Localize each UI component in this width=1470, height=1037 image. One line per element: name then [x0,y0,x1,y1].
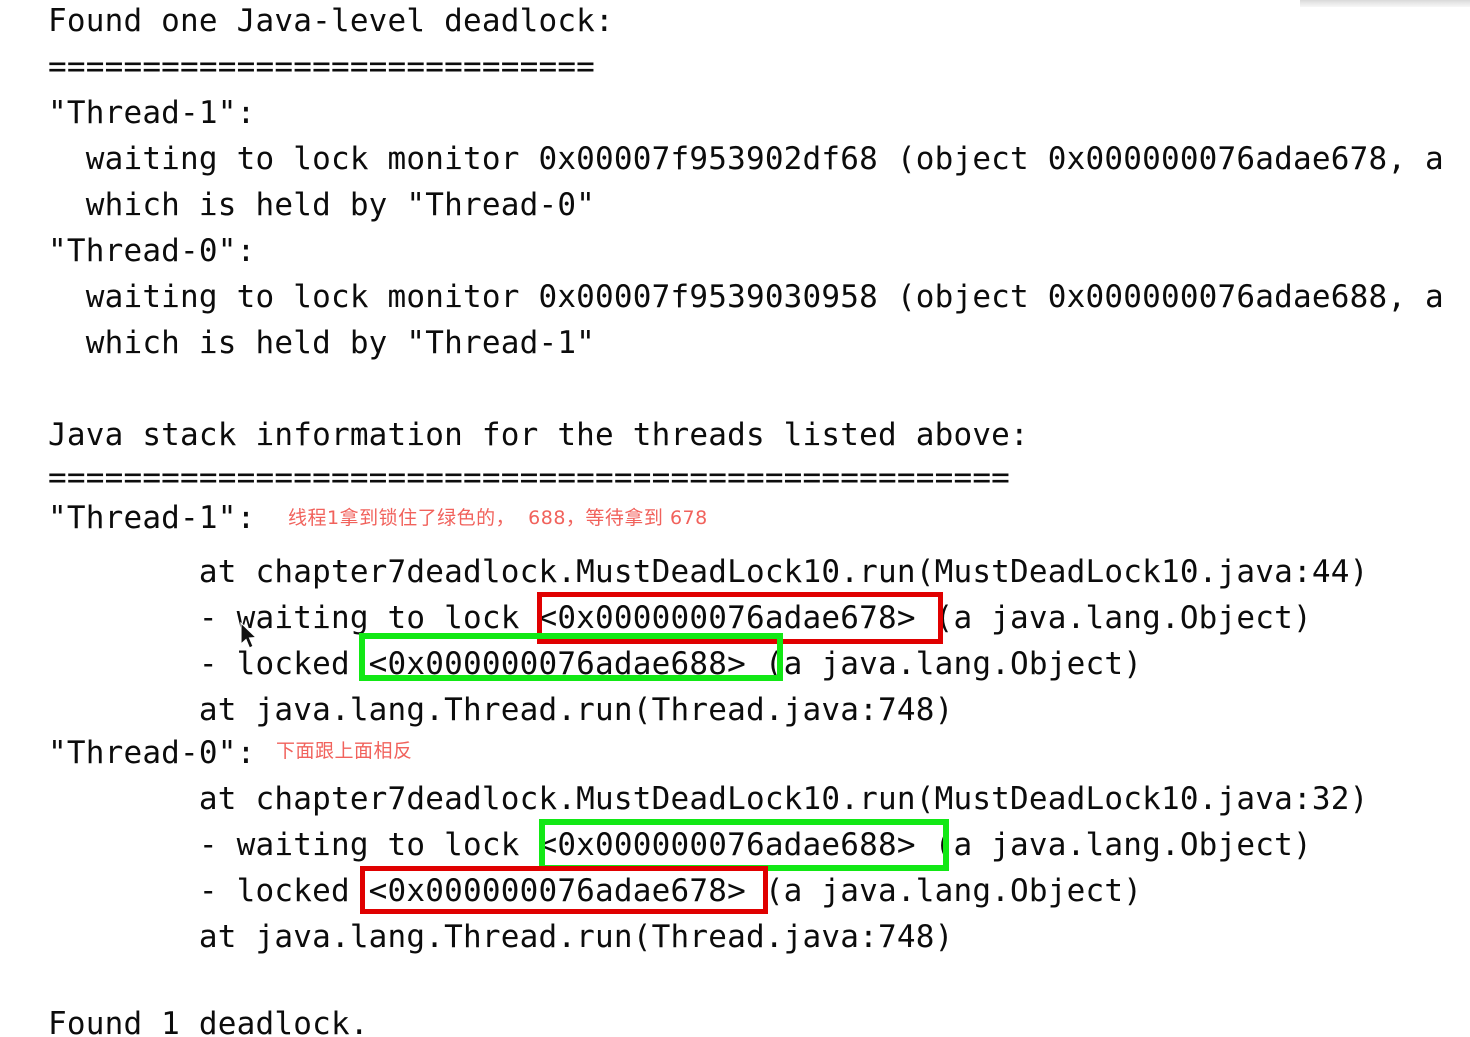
console-line-thread-0-waiting: waiting to lock monitor 0x00007f95390309… [48,279,1444,315]
console-line-stack-t0-waiting-lock: - waiting to lock <0x000000076adae688> (… [48,827,1312,863]
annotation-thread0-explanation: 下面跟上面相反 [276,740,413,762]
console-line-found-1-deadlock: Found 1 deadlock. [48,1006,369,1037]
console-line-stack-thread-1-header: "Thread-1": [48,500,256,536]
console-line-separator-1: ============================= [48,49,596,85]
console-line-stack-info-header: Java stack information for the threads l… [48,417,1029,453]
console-line-stack-t0-locked: - locked <0x000000076adae678> (a java.la… [48,873,1143,909]
annotation-thread1-explanation: 线程1拿到锁住了绿色的， 688，等待拿到 678 [288,507,708,529]
console-line-thread-1-header: "Thread-1": [48,95,256,131]
console-line-stack-t0-at-run: at chapter7deadlock.MustDeadLock10.run(M… [48,781,1369,817]
console-line-thread-0-held-by: which is held by "Thread-1" [48,325,596,361]
console-line-stack-thread-0-header: "Thread-0": [48,735,256,771]
mouse-cursor-icon [240,622,258,649]
console-line-thread-0-header: "Thread-0": [48,233,256,269]
screenshot-root: Found one Java-level deadlock: =========… [0,0,1470,1037]
console-line-thread-1-waiting: waiting to lock monitor 0x00007f953902df… [48,141,1444,177]
console-line-stack-t1-locked: - locked <0x000000076adae688> (a java.la… [48,646,1143,682]
console-line-stack-t0-thread-run: at java.lang.Thread.run(Thread.java:748) [48,919,954,955]
console-line-thread-1-held-by: which is held by "Thread-0" [48,187,596,223]
console-line-stack-t1-waiting-lock: - waiting to lock <0x000000076adae678> (… [48,600,1312,636]
console-line-found-deadlock: Found one Java-level deadlock: [48,3,614,39]
console-output: Found one Java-level deadlock: =========… [0,0,1470,1037]
console-line-stack-t1-at-run: at chapter7deadlock.MustDeadLock10.run(M… [48,554,1369,590]
console-line-stack-t1-thread-run: at java.lang.Thread.run(Thread.java:748) [48,692,954,728]
